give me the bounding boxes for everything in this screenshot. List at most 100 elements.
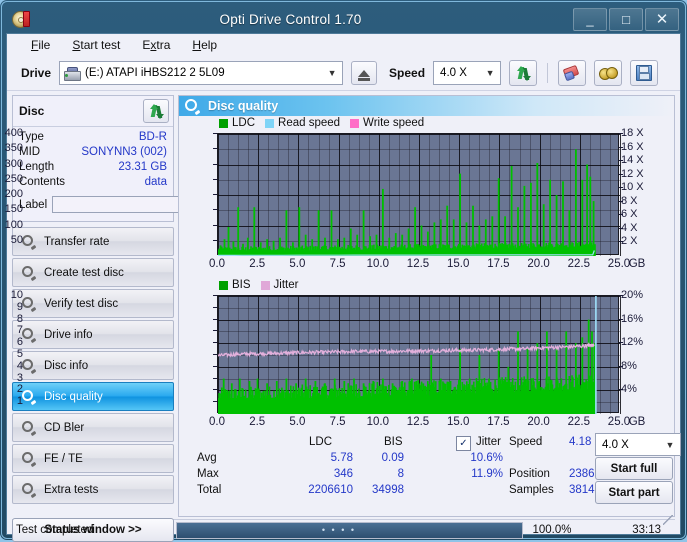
sidebar-item-disc-quality[interactable]: Disc quality [12, 382, 174, 411]
start-part-button[interactable]: Start part [595, 481, 673, 504]
stats-col-bis: BIS [384, 436, 403, 448]
speed-select[interactable]: 4.0 X ▼ [433, 61, 501, 85]
sidebar: Disc Type BD-R MID [7, 91, 177, 517]
y2-axis-tick-label: 12% [621, 336, 643, 348]
menu-start-test[interactable]: Start test [72, 38, 120, 52]
progress-bar-dots: • • • • [322, 525, 356, 535]
x-axis-tick-label: 7.5 [330, 416, 346, 428]
close-button[interactable]: ✕ [645, 8, 679, 31]
y-axis-tick [213, 225, 217, 226]
menu-help[interactable]: Help [192, 38, 217, 52]
drive-select[interactable]: (E:) ATAPI iHBS212 2 5L09 ▼ [59, 61, 343, 85]
save-button[interactable] [630, 60, 658, 86]
disc-info-header: Disc [13, 96, 173, 127]
floppy-disk-icon [636, 65, 652, 81]
disc-row-key: Length [19, 160, 54, 175]
disc-row-value: SONYNN3 (002) [81, 145, 167, 160]
x-axis-unit-label: GB [629, 258, 646, 270]
x-axis-tick-label: 0.0 [209, 258, 225, 270]
y2-axis-tick-label: 16% [621, 313, 643, 325]
series-read-speed-marker [595, 296, 597, 414]
stats-row-avg-label: Avg [197, 452, 217, 464]
legend-label: BIS [232, 279, 251, 291]
application-window: Opti Drive Control 1.70 _ □ ✕ FFileile S… [0, 0, 687, 540]
stats-col-ldc: LDC [309, 436, 332, 448]
test-speed-select[interactable]: 4.0 X ▼ [595, 433, 681, 456]
y-axis-tick-label: 100 [5, 219, 23, 231]
jitter-checkbox[interactable]: ✓ [456, 436, 471, 451]
disc-icon [22, 297, 36, 311]
x-axis-tick-label: 0.0 [209, 416, 225, 428]
refresh-disc-button[interactable] [143, 99, 169, 123]
x-axis-tick-label: 15.0 [447, 258, 469, 270]
disc-icon [22, 452, 36, 466]
disc-row-contents: Contents data [19, 175, 167, 190]
window-title: Opti Drive Control 1.70 [8, 12, 573, 27]
disc-row-key: Contents [19, 175, 65, 190]
sidebar-item-verify-test-disc[interactable]: Verify test disc [12, 289, 174, 318]
x-axis-tick-label: 25.0 [608, 258, 630, 270]
y2-axis-tick-label: 12 X [621, 168, 644, 180]
disc-icon [22, 266, 36, 280]
x-axis-tick-label: 2.5 [249, 258, 265, 270]
sidebar-item-create-test-disc[interactable]: Create test disc [12, 258, 174, 287]
disc-tools-button[interactable] [594, 60, 622, 86]
y-axis-tick-label: 1 [17, 395, 23, 407]
sidebar-item-drive-info[interactable]: Drive info [12, 320, 174, 349]
disc-icon [22, 483, 36, 497]
eject-button[interactable] [351, 61, 377, 85]
x-axis-tick-label: 2.5 [249, 416, 265, 428]
sidebar-item-label: Drive info [44, 329, 93, 341]
refresh-drive-button[interactable] [509, 60, 537, 86]
y-axis-tick-label: 300 [5, 158, 23, 170]
drive-select-value: (E:) ATAPI iHBS212 2 5L09 [85, 67, 225, 79]
legend-swatch [219, 119, 228, 128]
disc-label-key: Label [19, 199, 47, 211]
legend-label: Write speed [363, 117, 424, 129]
x-axis-tick-label: 7.5 [330, 258, 346, 270]
sidebar-item-cd-bler[interactable]: CD Bler [12, 413, 174, 442]
menu-bar: FFileile Start test Extra Help [7, 34, 680, 56]
drive-label: Drive [21, 66, 51, 80]
x-axis-tick-label: 17.5 [487, 416, 509, 428]
x-axis-tick-label: 10.0 [367, 258, 389, 270]
disc-row-value: BD-R [139, 130, 167, 145]
sidebar-item-fe-te[interactable]: FE / TE [12, 444, 174, 473]
y2-axis-tick-label: 10 X [621, 181, 644, 193]
disc-row-length: Length 23.31 GB [19, 160, 167, 175]
sidebar-item-extra-tests[interactable]: Extra tests [12, 475, 174, 504]
menu-file[interactable]: FFileile [31, 38, 50, 52]
stats-row-total-label: Total [197, 484, 221, 496]
sidebar-item-label: Disc info [44, 360, 88, 372]
y2-axis-tick [619, 160, 623, 161]
y2-axis-tick-label: 8 X [621, 195, 638, 207]
y2-axis-tick-label: 4 X [621, 222, 638, 234]
elapsed-time: 33:13 [581, 524, 675, 536]
x-axis-tick-label: 20.0 [527, 258, 549, 270]
sidebar-item-label: Verify test disc [44, 298, 118, 310]
minimize-button[interactable]: _ [573, 8, 607, 31]
y2-axis-tick-label: 8% [621, 360, 637, 372]
erase-disc-button[interactable] [558, 60, 586, 86]
y-axis-tick [213, 354, 217, 355]
y-axis-tick-label: 150 [5, 203, 23, 215]
y2-axis-tick [619, 214, 623, 215]
y-axis-tick-label: 350 [5, 142, 23, 154]
y-axis-tick [213, 164, 217, 165]
start-full-button[interactable]: Start full [595, 457, 673, 480]
x-axis-tick-label: 20.0 [527, 416, 549, 428]
y2-axis-tick-label: 6 X [621, 208, 638, 220]
maximize-button[interactable]: □ [609, 8, 643, 31]
sidebar-item-disc-info[interactable]: Disc info [12, 351, 174, 380]
y2-axis-tick [619, 201, 623, 202]
legend-swatch [219, 281, 228, 290]
menu-extra[interactable]: Extra [142, 38, 170, 52]
chevron-down-icon: ▼ [324, 68, 340, 78]
sidebar-item-transfer-rate[interactable]: Transfer rate [12, 227, 174, 256]
y2-axis-tick [619, 133, 623, 134]
stats-max-bis: 8 [369, 468, 404, 480]
client-area: FFileile Start test Extra Help Drive (E:… [6, 33, 681, 535]
stats-avg-ldc: 5.78 [309, 452, 353, 464]
resize-grip-icon[interactable] [663, 515, 673, 525]
y-axis-tick-label: 400 [5, 127, 23, 139]
